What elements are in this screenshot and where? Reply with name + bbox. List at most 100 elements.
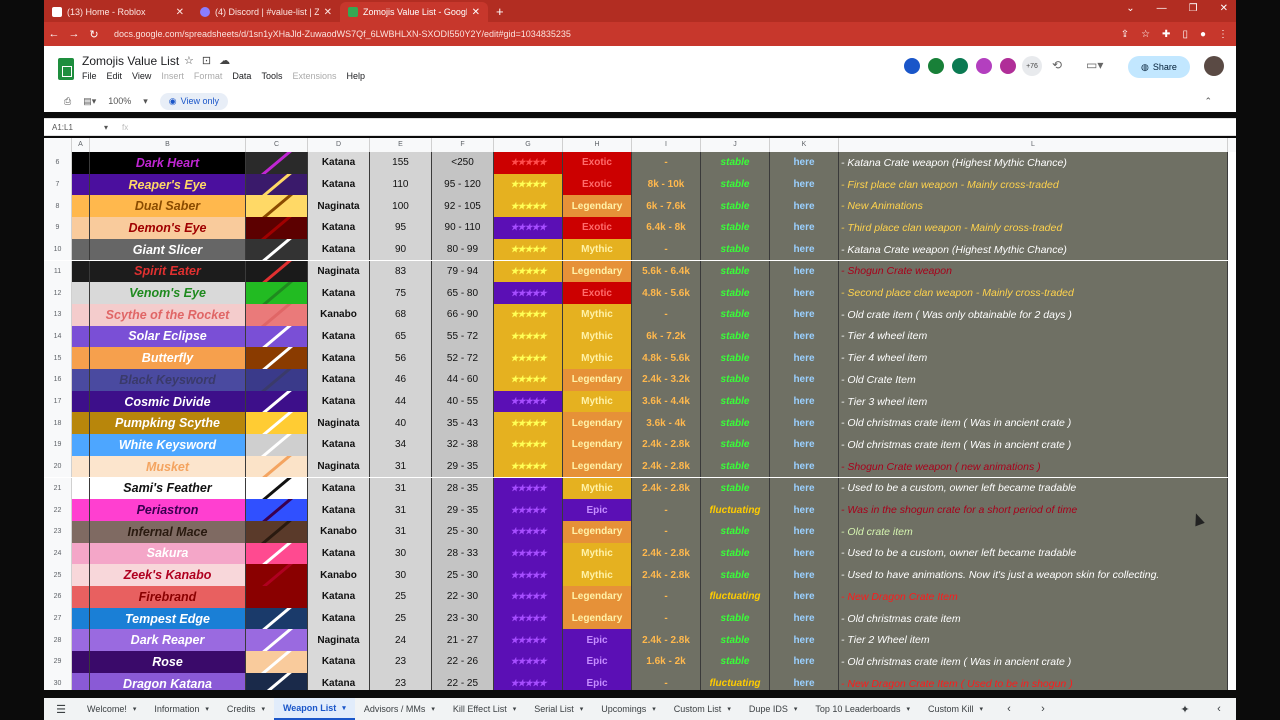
column-header-b[interactable]: B — [90, 138, 246, 152]
sheet-tab-custom-kill[interactable]: Custom Kill ▾ — [919, 698, 992, 720]
chevron-down-icon[interactable]: ▾ — [794, 705, 798, 713]
column-header-k[interactable]: K — [770, 138, 839, 152]
menu-file[interactable]: File — [82, 71, 97, 81]
here-link[interactable]: here — [770, 390, 839, 413]
close-icon[interactable]: ✕ — [176, 7, 184, 18]
scroll-right-icon[interactable]: › — [1026, 703, 1060, 715]
column-header-g[interactable]: G — [494, 138, 563, 152]
move-icon[interactable]: ⊡ — [202, 54, 211, 67]
here-link[interactable]: here — [770, 520, 839, 543]
close-window-icon[interactable]: ✕ — [1220, 3, 1228, 14]
here-link[interactable]: here — [770, 347, 839, 369]
avatar[interactable] — [926, 56, 946, 76]
menu-help[interactable]: Help — [346, 71, 365, 81]
here-link[interactable]: here — [770, 195, 839, 218]
here-link[interactable]: here — [770, 152, 839, 174]
sheet-tab-upcomings[interactable]: Upcomings ▾ — [592, 698, 665, 720]
here-link[interactable]: here — [770, 325, 839, 348]
chevron-down-icon[interactable]: ▾ — [261, 705, 265, 713]
here-link[interactable]: here — [770, 586, 839, 608]
star-icon[interactable]: ☆ — [1141, 29, 1150, 40]
history-icon[interactable]: ⟲ — [1052, 58, 1062, 72]
column-header-h[interactable]: H — [563, 138, 632, 152]
all-sheets-icon[interactable]: ☰ — [44, 703, 78, 716]
here-link[interactable]: here — [770, 564, 839, 586]
column-header-j[interactable]: J — [701, 138, 770, 152]
share-button[interactable]: ◍ Share — [1128, 56, 1190, 78]
column-header-l[interactable]: L — [839, 138, 1228, 152]
view-only-button[interactable]: ◉ View only — [159, 92, 229, 110]
format-icon[interactable]: ▤▾ — [83, 96, 96, 107]
chevron-down-icon[interactable]: ⌄ — [1126, 3, 1134, 14]
close-icon[interactable]: ✕ — [472, 7, 480, 18]
sheet-tab-welcome[interactable]: Welcome! ▾ — [78, 698, 145, 720]
kebab-menu-icon[interactable]: ⋮ — [1218, 29, 1228, 40]
here-link[interactable]: here — [770, 629, 839, 652]
sheet-tab-credits[interactable]: Credits ▾ — [218, 698, 274, 720]
here-link[interactable]: here — [770, 282, 839, 304]
sheet-tab-custom-list[interactable]: Custom List ▾ — [665, 698, 740, 720]
avatar[interactable] — [902, 56, 922, 76]
column-header-i[interactable]: I — [632, 138, 701, 152]
avatar[interactable] — [998, 56, 1018, 76]
column-header-e[interactable]: E — [370, 138, 432, 152]
browser-tab-roblox[interactable]: (13) Home - Roblox ✕ — [44, 2, 192, 22]
puzzle-icon[interactable]: ✚ — [1162, 29, 1170, 40]
chevron-down-icon[interactable]: ▾ — [906, 705, 910, 713]
browser-tab-sheets[interactable]: Zomojis Value List - Google Shee ✕ — [340, 2, 488, 22]
sheet-tab-dupe-ids[interactable]: Dupe IDS ▾ — [740, 698, 807, 720]
collapse-icon[interactable]: ⌃ — [1204, 96, 1212, 107]
profile-icon[interactable]: ● — [1200, 29, 1206, 40]
chevron-down-icon[interactable]: ▾ — [979, 705, 983, 713]
sidebar-icon[interactable]: ▯ — [1182, 29, 1188, 40]
chevron-down-icon[interactable]: ▾ — [431, 705, 435, 713]
here-link[interactable]: here — [770, 651, 839, 673]
column-header-f[interactable]: F — [432, 138, 494, 152]
here-link[interactable]: here — [770, 303, 839, 326]
browser-tab-discord[interactable]: (4) Discord | #value-list | Zomoji ✕ — [192, 2, 340, 22]
forward-icon[interactable]: → — [64, 28, 84, 40]
here-link[interactable]: here — [770, 412, 839, 435]
here-link[interactable]: here — [770, 455, 839, 478]
avatar[interactable] — [974, 56, 994, 76]
here-link[interactable]: here — [770, 173, 839, 196]
chevron-down-icon[interactable]: ▾ — [513, 705, 517, 713]
name-box[interactable]: A1:L1 — [44, 123, 104, 132]
new-tab-button[interactable]: + — [488, 4, 512, 22]
maximize-icon[interactable]: ❐ — [1189, 3, 1198, 14]
here-link[interactable]: here — [770, 260, 839, 283]
star-icon[interactable]: ☆ — [184, 54, 194, 67]
collapse-side-icon[interactable]: ‹ — [1202, 703, 1236, 715]
cloud-icon[interactable]: ☁ — [219, 54, 230, 67]
sheet-tab-information[interactable]: Information ▾ — [145, 698, 218, 720]
here-link[interactable]: here — [770, 434, 839, 456]
chevron-down-icon[interactable]: ▾ — [143, 96, 148, 107]
menu-data[interactable]: Data — [232, 71, 251, 81]
scroll-left-icon[interactable]: ‹ — [992, 703, 1026, 715]
more-collaborators-badge[interactable]: +76 — [1022, 56, 1042, 76]
menu-edit[interactable]: Edit — [107, 71, 123, 81]
chevron-down-icon[interactable]: ▾ — [580, 705, 584, 713]
close-icon[interactable]: ✕ — [324, 7, 332, 18]
zoom-select[interactable]: 100% — [108, 96, 131, 106]
sheet-tab-serial-list[interactable]: Serial List ▾ — [525, 698, 592, 720]
minimize-icon[interactable]: — — [1157, 3, 1167, 14]
here-link[interactable]: here — [770, 607, 839, 630]
column-header-d[interactable]: D — [308, 138, 370, 152]
menu-tools[interactable]: Tools — [261, 71, 282, 81]
url-field[interactable]: docs.google.com/spreadsheets/d/1sn1yXHaJ… — [114, 29, 1121, 39]
chevron-down-icon[interactable]: ▾ — [727, 705, 731, 713]
sheet-tab-top-10-leaderboards[interactable]: Top 10 Leaderboards ▾ — [806, 698, 919, 720]
column-header-c[interactable]: C — [246, 138, 308, 152]
back-icon[interactable]: ← — [44, 28, 64, 40]
here-link[interactable]: here — [770, 672, 839, 690]
print-icon[interactable]: ⎙ — [64, 96, 71, 107]
name-box-dropdown-icon[interactable]: ▾ — [104, 123, 108, 132]
sheet-tab-advisors-mms[interactable]: Advisors / MMs ▾ — [355, 698, 444, 720]
chevron-down-icon[interactable]: ▾ — [342, 704, 346, 712]
chevron-down-icon[interactable]: ▾ — [133, 705, 137, 713]
here-link[interactable]: here — [770, 238, 839, 261]
account-avatar[interactable] — [1204, 56, 1224, 76]
chevron-down-icon[interactable]: ▾ — [205, 705, 209, 713]
here-link[interactable]: here — [770, 217, 839, 239]
